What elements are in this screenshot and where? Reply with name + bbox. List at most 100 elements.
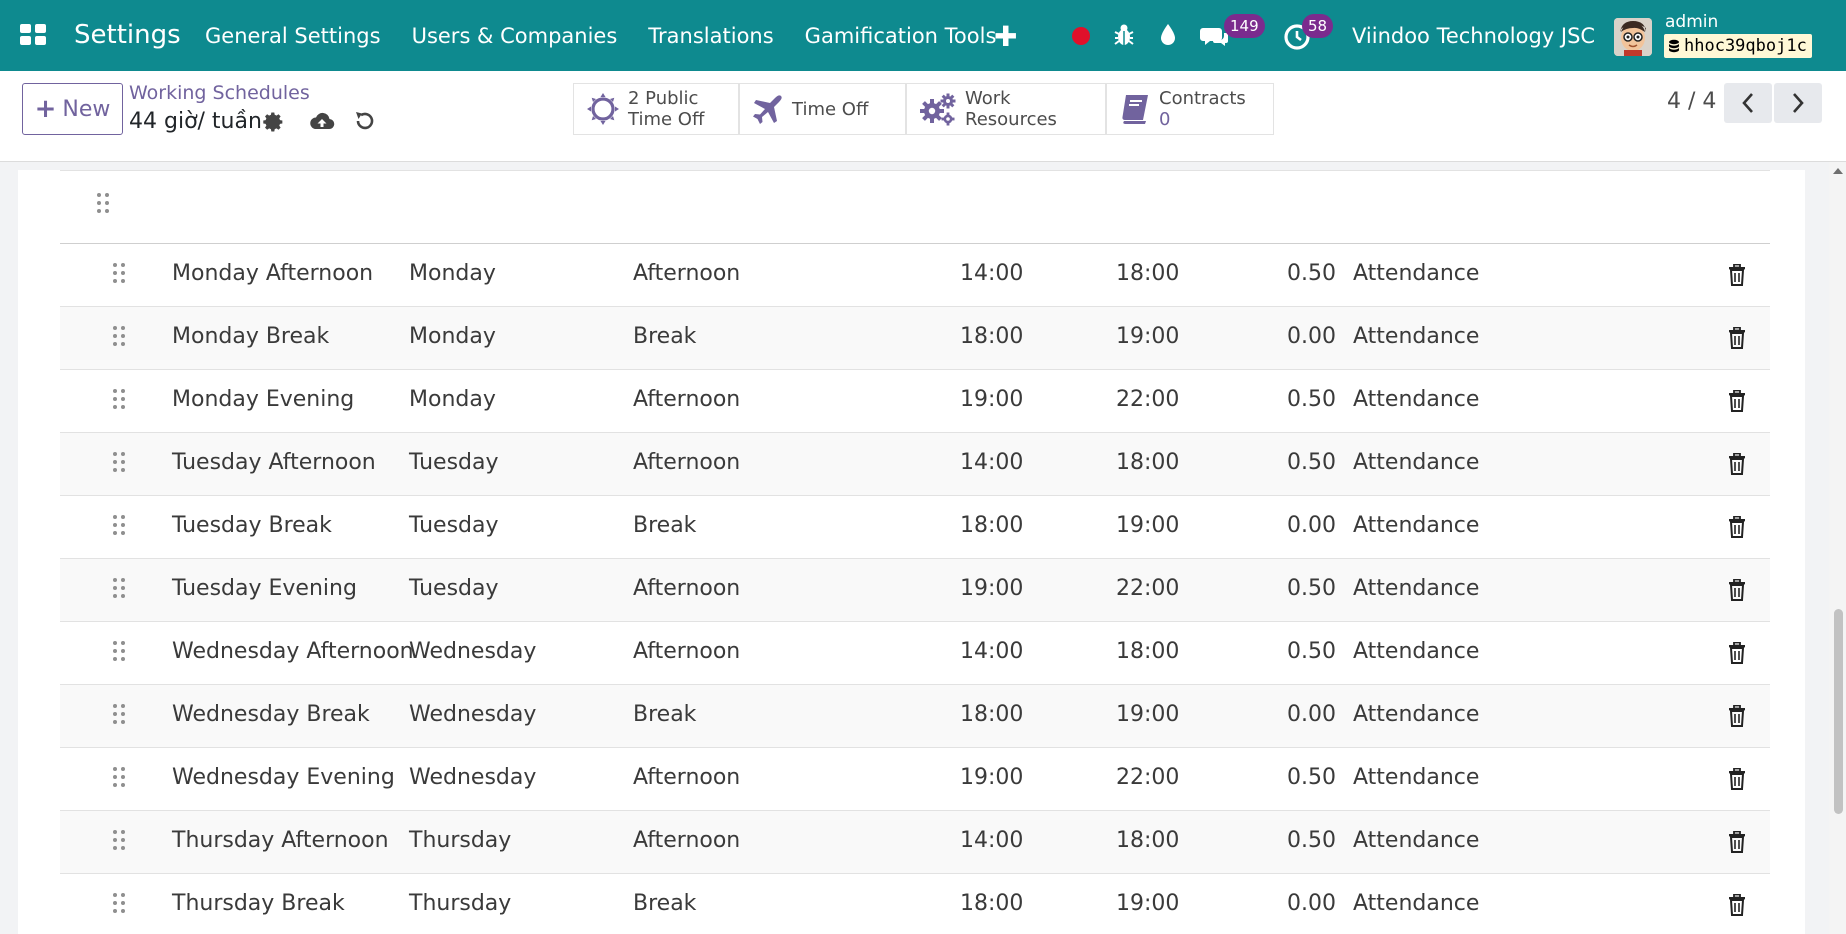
table-row[interactable]: Wednesday Evening Wednesday Afternoon 19:00… (60, 748, 1770, 811)
drag-handle-icon[interactable] (112, 829, 126, 851)
cell-work-from[interactable]: 18:00 (960, 324, 1023, 349)
cell-duration-days[interactable]: 0.50 (1230, 765, 1336, 790)
cell-day-period[interactable]: Afternoon (633, 450, 740, 475)
cell-day-of-week[interactable]: Monday (409, 261, 496, 286)
delete-row-button[interactable] (1728, 452, 1746, 481)
cell-work-from[interactable]: 14:00 (960, 450, 1023, 475)
drag-handle-icon[interactable] (112, 703, 126, 725)
cell-duration-days[interactable]: 0.00 (1230, 702, 1336, 727)
pager-value[interactable]: 4 / 4 (1667, 89, 1716, 114)
delete-row-button[interactable] (1728, 641, 1746, 670)
breadcrumb-parent[interactable]: Working Schedules (129, 82, 310, 104)
table-row[interactable]: Thursday Break Thursday Break 18:00 19:00 0.0… (60, 874, 1770, 934)
drag-handle-icon[interactable] (112, 892, 126, 914)
cell-duration-days[interactable]: 0.00 (1230, 891, 1336, 916)
cell-work-entry-type[interactable]: Attendance (1353, 891, 1479, 916)
cell-name[interactable]: Wednesday Evening (172, 765, 395, 790)
drag-handle-icon[interactable] (112, 262, 126, 284)
delete-row-button[interactable] (1728, 767, 1746, 796)
cell-day-of-week[interactable]: Monday (409, 324, 496, 349)
record-icon[interactable] (1072, 27, 1090, 45)
table-row[interactable]: Monday Evening Monday Afternoon 19:00 22:00 0… (60, 370, 1770, 433)
row-drag-handle[interactable] (112, 325, 126, 353)
cell-day-of-week[interactable]: Wednesday (409, 639, 536, 664)
cell-duration-days[interactable]: 0.50 (1230, 261, 1336, 286)
cell-work-entry-type[interactable]: Attendance (1353, 261, 1479, 286)
cell-work-entry-type[interactable]: Attendance (1353, 639, 1479, 664)
cell-work-entry-type[interactable]: Attendance (1353, 702, 1479, 727)
row-drag-handle[interactable] (112, 514, 126, 542)
table-row[interactable]: Monday Afternoon Monday Afternoon 14:00 18:0… (60, 244, 1770, 307)
cell-work-to[interactable]: 22:00 (1116, 576, 1179, 601)
cloud-upload-icon[interactable] (309, 110, 335, 132)
cell-duration-days[interactable]: 0.50 (1230, 450, 1336, 475)
cell-day-of-week[interactable]: Thursday (409, 891, 511, 916)
cell-work-entry-type[interactable]: Attendance (1353, 387, 1479, 412)
row-drag-handle[interactable] (112, 829, 126, 857)
cell-duration-days[interactable]: 0.50 (1230, 828, 1336, 853)
row-drag-handle[interactable] (112, 262, 126, 290)
cell-name[interactable]: Wednesday Afternoon (172, 639, 414, 664)
row-drag-handle[interactable] (112, 703, 126, 731)
bug-icon[interactable] (1113, 22, 1135, 48)
row-drag-handle[interactable] (112, 577, 126, 605)
delete-row-button[interactable] (1728, 578, 1746, 607)
cell-duration-days[interactable]: 0.50 (1230, 639, 1336, 664)
menu-translations[interactable]: Translations (648, 24, 773, 48)
cell-work-from[interactable]: 19:00 (960, 765, 1023, 790)
cell-day-period[interactable]: Break (633, 891, 696, 916)
row-drag-handle[interactable] (112, 766, 126, 794)
delete-row-button[interactable] (1728, 515, 1746, 544)
cell-work-from[interactable]: 14:00 (960, 261, 1023, 286)
cell-day-period[interactable]: Afternoon (633, 828, 740, 853)
company-switcher[interactable]: Viindoo Technology JSC (1352, 24, 1595, 48)
cell-day-of-week[interactable]: Tuesday (409, 576, 499, 601)
cell-work-from[interactable]: 19:00 (960, 576, 1023, 601)
scroll-up-arrow-icon[interactable] (1833, 168, 1843, 174)
cell-work-from[interactable]: 19:00 (960, 387, 1023, 412)
drag-handle-icon[interactable] (112, 640, 126, 662)
cell-day-period[interactable]: Afternoon (633, 639, 740, 664)
gear-icon[interactable] (262, 111, 284, 133)
menu-gamification-tools[interactable]: Gamification Tools (805, 24, 997, 48)
time-off-button[interactable]: Time Off (739, 83, 906, 135)
user-avatar[interactable] (1614, 18, 1652, 56)
delete-row-button[interactable] (1728, 704, 1746, 733)
row-drag-handle[interactable] (112, 640, 126, 668)
cell-work-to[interactable]: 18:00 (1116, 261, 1179, 286)
cell-duration-days[interactable]: 0.50 (1230, 387, 1336, 412)
cell-day-period[interactable]: Afternoon (633, 387, 740, 412)
drag-handle-icon[interactable] (112, 766, 126, 788)
row-drag-handle[interactable] (112, 892, 126, 920)
cell-work-to[interactable]: 18:00 (1116, 828, 1179, 853)
public-time-off-button[interactable]: 2 Public Time Off (573, 83, 739, 135)
table-row[interactable]: Tuesday Afternoon Tuesday Afternoon 14:00 18… (60, 433, 1770, 496)
cell-name[interactable]: Tuesday Evening (172, 576, 357, 601)
scrollbar[interactable] (1829, 162, 1846, 934)
cell-day-of-week[interactable]: Wednesday (409, 702, 536, 727)
cell-day-of-week[interactable]: Thursday (409, 828, 511, 853)
table-row[interactable]: Thursday Afternoon Thursday Afternoon 14:00… (60, 811, 1770, 874)
delete-row-button[interactable] (1728, 893, 1746, 922)
cell-day-of-week[interactable]: Monday (409, 387, 496, 412)
add-menu-icon[interactable]: ✚ (994, 20, 1017, 53)
app-title[interactable]: Settings (74, 20, 181, 50)
cell-name[interactable]: Monday Afternoon (172, 261, 373, 286)
cell-name[interactable]: Thursday Break (172, 891, 345, 916)
cell-work-from[interactable]: 18:00 (960, 702, 1023, 727)
cell-day-of-week[interactable]: Wednesday (409, 765, 536, 790)
cell-work-entry-type[interactable]: Attendance (1353, 450, 1479, 475)
cell-work-entry-type[interactable]: Attendance (1353, 765, 1479, 790)
cell-day-period[interactable]: Afternoon (633, 765, 740, 790)
cell-name[interactable]: Tuesday Afternoon (172, 450, 376, 475)
delete-row-button[interactable] (1728, 830, 1746, 859)
drag-handle-icon[interactable] (112, 325, 126, 347)
cell-work-to[interactable]: 22:00 (1116, 765, 1179, 790)
cell-name[interactable]: Tuesday Break (172, 513, 332, 538)
cell-work-from[interactable]: 14:00 (960, 828, 1023, 853)
pager-next-button[interactable] (1774, 83, 1822, 123)
menu-users-companies[interactable]: Users & Companies (412, 24, 618, 48)
cell-work-to[interactable]: 18:00 (1116, 450, 1179, 475)
cell-day-of-week[interactable]: Tuesday (409, 450, 499, 475)
cell-duration-days[interactable]: 0.50 (1230, 576, 1336, 601)
